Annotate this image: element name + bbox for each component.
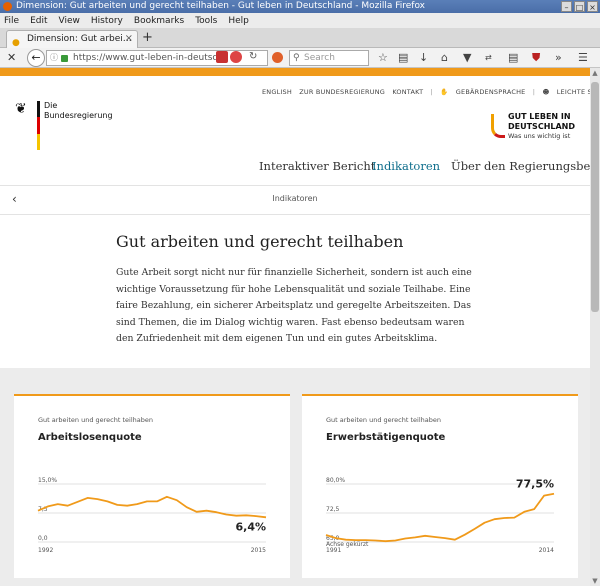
pocket-icon[interactable]: ▼ <box>463 51 471 64</box>
y-tick-label: 80,0% <box>326 477 345 484</box>
menu-tools[interactable]: Tools <box>195 16 217 26</box>
link-gebaerdensprache[interactable]: GEBÄRDENSPRACHE <box>456 88 526 96</box>
x-tick-label: 1992 <box>38 547 53 554</box>
link-kontakt[interactable]: KONTAKT <box>392 88 423 96</box>
window-title: Dimension: Gut arbeiten und gerecht teil… <box>16 1 426 11</box>
lock-icon <box>61 55 68 62</box>
reader-list-icon[interactable]: ▤ <box>398 51 408 64</box>
brand-title: GUT LEBEN IN DEUTSCHLAND <box>508 112 575 132</box>
back-chevron-icon[interactable]: ‹ <box>12 192 17 206</box>
close-window-button[interactable]: × <box>587 1 598 12</box>
link-separator: | <box>430 88 433 96</box>
hand-icon: ✋ <box>440 88 449 96</box>
bundesregierung-text: Die Bundesregierung <box>44 101 113 120</box>
link-bundesregierung[interactable]: ZUR BUNDESREGIERUNG <box>299 88 385 96</box>
link-english[interactable]: ENGLISH <box>262 88 292 96</box>
navigation-bar: ✕ ← ⓘ https://www.gut-leben-in-deutsch ↻… <box>0 48 600 68</box>
search-placeholder: Search <box>304 53 335 63</box>
top-accent-bar <box>0 68 590 76</box>
back-button[interactable]: ← <box>27 49 45 67</box>
indicator-cards: Gut arbeiten und gerecht teilhaben Arbei… <box>0 368 590 586</box>
brand-title-line1: GUT LEBEN IN <box>508 112 571 121</box>
tab-active[interactable]: ● Dimension: Gut arbei… × <box>6 30 138 48</box>
url-text: https://www.gut-leben-in-deutsch <box>73 53 224 63</box>
top-links: ENGLISH ZUR BUNDESREGIERUNG KONTAKT | ✋ … <box>262 88 590 96</box>
german-flag-bar <box>37 101 40 150</box>
page-scrollbar[interactable]: ▲ ▼ <box>590 68 600 586</box>
ublock-icon[interactable]: ⛊ <box>532 51 540 65</box>
menu-file[interactable]: File <box>4 16 19 26</box>
home-icon[interactable]: ⌂ <box>441 51 448 64</box>
y-tick-label: 72,5 <box>326 506 340 513</box>
card-arbeitslosenquote[interactable]: Gut arbeiten und gerecht teilhaben Arbei… <box>14 394 290 578</box>
last-value-label: 6,4% <box>235 520 266 533</box>
nav-ueber-regierungsbericht[interactable]: Über den Regierungsbericht <box>451 159 590 173</box>
breadcrumb: Indikatoren <box>272 194 318 203</box>
link-leichte-sprache[interactable]: LEICHTE SPRACHE <box>557 88 590 96</box>
scroll-up-icon[interactable]: ▲ <box>590 68 600 78</box>
breadcrumb-bar: Indikatoren ‹ <box>0 185 590 215</box>
extension-icon[interactable]: ▤ <box>508 51 518 64</box>
eagle-icon: ❦ <box>15 101 27 117</box>
menu-bookmarks[interactable]: Bookmarks <box>134 16 184 26</box>
last-value-label: 77,5% <box>516 478 554 491</box>
menu-view[interactable]: View <box>59 16 80 26</box>
download-icon[interactable]: ↓ <box>419 51 428 64</box>
scrollbar-thumb[interactable] <box>591 82 599 312</box>
menu-bar: File Edit View History Bookmarks Tools H… <box>0 13 600 28</box>
search-input[interactable]: ⚲ Search <box>289 50 369 66</box>
firefox-account-icon[interactable] <box>272 52 283 63</box>
extension-flag-icon[interactable] <box>216 51 228 63</box>
tab-strip: ● Dimension: Gut arbei… × <box>0 28 600 48</box>
menu-help[interactable]: Help <box>228 16 249 26</box>
window-titlebar: Dimension: Gut arbeiten und gerecht teil… <box>0 0 600 13</box>
series-line <box>37 495 267 519</box>
link-separator: | <box>532 88 536 96</box>
hamburger-menu-icon[interactable]: ☰ <box>578 51 588 64</box>
y-tick-label: 0,0 <box>38 535 48 542</box>
swirl-icon <box>491 114 505 138</box>
menu-history[interactable]: History <box>91 16 123 26</box>
person-icon: ☻ <box>542 88 550 96</box>
card-erwerbstaetigenquote[interactable]: Gut arbeiten und gerecht teilhaben Erwer… <box>302 394 578 578</box>
brand-title-line2: DEUTSCHLAND <box>508 122 576 131</box>
extension-block-icon[interactable] <box>230 51 242 63</box>
intro-text: Gute Arbeit sorgt nicht nur für finanzie… <box>116 267 472 344</box>
page-title: Gut arbeiten und gerecht teilhaben <box>116 232 404 251</box>
scroll-down-icon[interactable]: ▼ <box>590 576 600 586</box>
menu-edit[interactable]: Edit <box>30 16 47 26</box>
x-tick-label: 1991 <box>326 547 341 554</box>
bookmark-star-icon[interactable]: ☆ <box>378 51 388 64</box>
window-controls: – □ × <box>561 1 598 12</box>
reload-icon[interactable]: ↻ <box>249 51 257 62</box>
x-tick-label: 2015 <box>251 547 266 554</box>
maximize-button[interactable]: □ <box>574 1 585 12</box>
brand-subtitle: Was uns wichtig ist <box>508 132 571 140</box>
nav-interaktiver-bericht[interactable]: Interaktiver Bericht <box>259 159 375 173</box>
site-favicon-icon: ● <box>12 38 20 48</box>
nav-indikatoren[interactable]: Indikatoren <box>372 159 440 173</box>
chart-arbeitslosenquote: 15,0%7,50,06,4%1992 2015 <box>37 477 267 554</box>
gut-leben-logo[interactable]: GUT LEBEN IN DEUTSCHLAND Was uns wichtig… <box>491 112 581 142</box>
axis-note: Achse gekürzt <box>326 541 369 548</box>
minimize-button[interactable]: – <box>561 1 572 12</box>
page-content: ❦ Die Bundesregierung ENGLISH ZUR BUNDES… <box>0 68 590 586</box>
firefox-icon <box>3 2 12 11</box>
y-tick-label: 15,0% <box>38 477 57 484</box>
x-tick-label: 2014 <box>539 547 554 554</box>
stop-icon[interactable]: ✕ <box>7 51 16 64</box>
search-icon: ⚲ <box>293 53 300 63</box>
tab-close-icon[interactable]: × <box>125 31 133 47</box>
overflow-icon[interactable]: » <box>555 51 562 64</box>
arrows-icon[interactable]: ⇄ <box>485 53 492 62</box>
info-icon[interactable]: ⓘ <box>50 51 58 65</box>
tab-label: Dimension: Gut arbei… <box>27 34 132 44</box>
chart-erwerbstaetigenquote: 80,0%72,565,077,5%1991 2014Achse gekürzt <box>325 477 555 554</box>
new-tab-button[interactable]: + <box>142 30 153 45</box>
series-line <box>325 492 555 543</box>
